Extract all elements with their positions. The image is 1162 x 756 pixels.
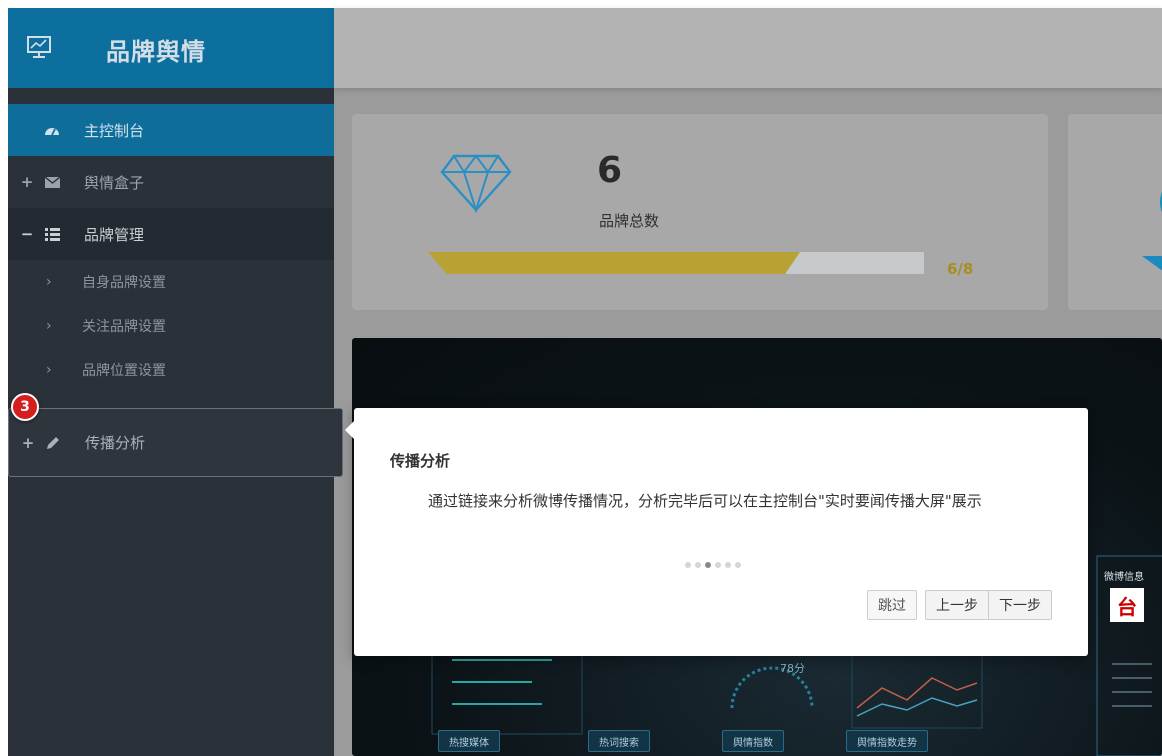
brand-title: 品牌舆情 <box>106 38 206 66</box>
next-step-button[interactable]: 下一步 <box>989 590 1052 620</box>
top-bar <box>334 8 1162 88</box>
tour-dot <box>725 562 731 568</box>
sidebar-item-label: 舆情盒子 <box>84 173 145 192</box>
app-window: 品牌舆情 主控制台 + 舆情盒子 − 品牌管理 › 自身品牌设置 › 关注品牌设… <box>0 0 1162 756</box>
tour-dot <box>715 562 721 568</box>
sidebar-subitem-label: 自身品牌设置 <box>82 275 166 291</box>
tour-step-badge: 3 <box>11 393 39 421</box>
envelope-icon <box>42 176 62 188</box>
skip-button[interactable]: 跳过 <box>867 590 917 620</box>
tour-dot-active <box>705 562 711 568</box>
sidebar-item-label: 传播分析 <box>85 434 146 452</box>
tour-description: 通过链接来分析微博传播情况，分析完毕后可以在主控制台"实时要闻传播大屏"展示 <box>428 492 982 510</box>
list-icon <box>42 227 62 241</box>
diamond-icon <box>440 154 512 214</box>
panel-tab-hot-media: 热搜媒体 <box>438 730 500 752</box>
chevron-right-icon: › <box>46 318 52 334</box>
tour-dot <box>685 562 691 568</box>
sidebar-nav: 主控制台 + 舆情盒子 − 品牌管理 › 自身品牌设置 › 关注品牌设置 › 品… <box>8 104 334 392</box>
panel-tab-sentiment-trend: 舆情指数走势 <box>846 730 928 752</box>
expand-plus-icon: + <box>20 173 34 191</box>
tour-dot <box>695 562 701 568</box>
sidebar-item-sentiment-box[interactable]: + 舆情盒子 <box>8 156 334 208</box>
tour-title: 传播分析 <box>390 452 451 470</box>
progress-fill <box>428 252 800 274</box>
tour-dot <box>735 562 741 568</box>
sidebar: 品牌舆情 主控制台 + 舆情盒子 − 品牌管理 › 自身品牌设置 › 关注品牌设… <box>8 8 334 756</box>
previous-step-button[interactable]: 上一步 <box>925 590 989 620</box>
brand-progress-bar <box>428 252 924 274</box>
sidebar-subitem-own-brand[interactable]: › 自身品牌设置 <box>8 260 334 304</box>
tour-progress-dots <box>685 562 741 568</box>
chevron-right-icon: › <box>46 362 52 378</box>
brand-header: 品牌舆情 <box>8 8 334 88</box>
progress-ratio: 6/8 <box>947 260 974 278</box>
brand-count-label: 品牌总数 <box>599 212 660 230</box>
weibo-avatar: 台 <box>1110 588 1144 622</box>
sidebar-subitem-brand-location[interactable]: › 品牌位置设置 <box>8 348 334 392</box>
sidebar-item-dashboard[interactable]: 主控制台 <box>8 104 334 156</box>
brand-management-submenu: › 自身品牌设置 › 关注品牌设置 › 品牌位置设置 <box>8 260 334 392</box>
secondary-stat-card <box>1068 114 1162 310</box>
triangle-decoration <box>1142 256 1162 272</box>
pencil-icon <box>43 436 63 450</box>
weibo-info-title: 微博信息 <box>1104 572 1144 583</box>
sidebar-subitem-followed-brand[interactable]: › 关注品牌设置 <box>8 304 334 348</box>
sidebar-item-label: 品牌管理 <box>84 225 145 244</box>
tour-popover: 传播分析 通过链接来分析微博传播情况，分析完毕后可以在主控制台"实时要闻传播大屏… <box>345 408 1088 656</box>
brand-count-card: 6 品牌总数 6/8 <box>352 114 1048 310</box>
sidebar-item-label: 主控制台 <box>84 121 145 140</box>
brand-count-value: 6 <box>597 150 623 191</box>
panel-tab-hot-words: 热词搜索 <box>588 730 650 752</box>
chevron-right-icon: › <box>46 274 52 290</box>
popover-arrow <box>345 421 354 439</box>
score-metric: 78分 <box>780 662 805 675</box>
expand-plus-icon: + <box>21 433 35 452</box>
monitor-chart-icon <box>27 36 51 58</box>
panel-tab-sentiment-index: 舆情指数 <box>722 730 784 752</box>
dashboard-icon <box>42 123 62 137</box>
collapse-minus-icon: − <box>20 225 34 243</box>
tour-buttons: 跳过 上一步 下一步 <box>867 590 1052 620</box>
sidebar-item-brand-management[interactable]: − 品牌管理 <box>8 208 334 260</box>
sidebar-subitem-label: 品牌位置设置 <box>82 363 166 379</box>
sidebar-item-propagation-analysis[interactable]: + 传播分析 <box>8 408 343 477</box>
sidebar-subitem-label: 关注品牌设置 <box>82 319 166 335</box>
